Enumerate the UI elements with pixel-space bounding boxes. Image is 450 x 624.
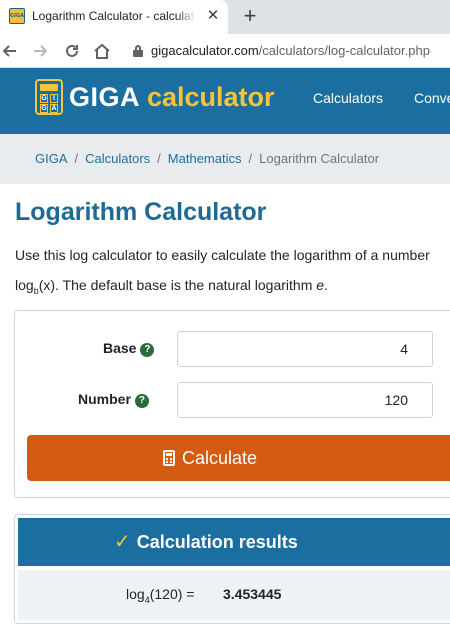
back-arrow-icon[interactable] — [0, 41, 20, 61]
nav-calculators[interactable]: Calculators — [313, 90, 383, 106]
lock-icon[interactable] — [133, 45, 143, 57]
breadcrumb-giga[interactable]: GIGA — [35, 151, 68, 166]
home-icon[interactable] — [92, 41, 112, 61]
calculator-icon — [163, 450, 175, 466]
breadcrumb: GIGA / Calculators / Mathematics / Logarithm C… — [0, 134, 450, 184]
tab-title: Logarithm Calculator - calculate — [32, 9, 196, 23]
breadcrumb-calculators[interactable]: Calculators — [85, 151, 150, 166]
favicon-icon: GIGA — [9, 8, 25, 24]
logo-calculator-text[interactable]: calculator — [147, 82, 275, 113]
result-expression: log4(120) = — [126, 586, 195, 605]
results-header: ✓ Calculation results — [18, 518, 450, 566]
help-icon[interactable]: ? — [140, 343, 155, 357]
logo-giga-text[interactable]: GIGA — [69, 82, 140, 113]
calculator-logo-icon[interactable]: G I G A — [35, 79, 63, 115]
number-label: Number? — [78, 391, 149, 408]
breadcrumb-mathematics[interactable]: Mathematics — [168, 151, 242, 166]
calculate-button[interactable]: Calculate — [27, 435, 450, 481]
reload-icon[interactable] — [62, 41, 82, 61]
page-title: Logarithm Calculator — [15, 198, 267, 226]
browser-tab[interactable]: GIGA Logarithm Calculator - calculate ✕ — [0, 0, 228, 34]
result-row: log4(120) = 3.453445 — [18, 570, 450, 620]
address-bar: gigacalculator.com/calculators/log-calcu… — [0, 34, 450, 68]
intro-text: Use this log calculator to easily calcul… — [15, 247, 430, 296]
number-input[interactable] — [177, 382, 433, 418]
close-tab-icon[interactable]: ✕ — [205, 8, 221, 24]
help-icon[interactable]: ? — [134, 394, 149, 408]
site-header: G I G A GIGA calculator Calculators Conv… — [0, 68, 450, 134]
browser-tab-bar: GIGA Logarithm Calculator - calculate ✕ … — [0, 0, 450, 34]
base-label: Base? — [103, 340, 155, 357]
breadcrumb-current: Logarithm Calculator — [259, 151, 380, 166]
results-panel: ✓ Calculation results log4(120) = 3.45344… — [14, 514, 450, 624]
new-tab-button[interactable]: + — [238, 4, 262, 30]
calculator-form: Base? Number? Calculate — [14, 310, 450, 498]
url-field[interactable]: gigacalculator.com/calculators/log-calcu… — [151, 43, 430, 58]
checkmark-icon: ✓ — [114, 531, 131, 553]
result-value: 3.453445 — [223, 586, 282, 602]
nav-converters[interactable]: Conve — [414, 90, 450, 106]
forward-arrow-icon[interactable] — [30, 41, 50, 61]
base-input[interactable] — [177, 331, 433, 367]
